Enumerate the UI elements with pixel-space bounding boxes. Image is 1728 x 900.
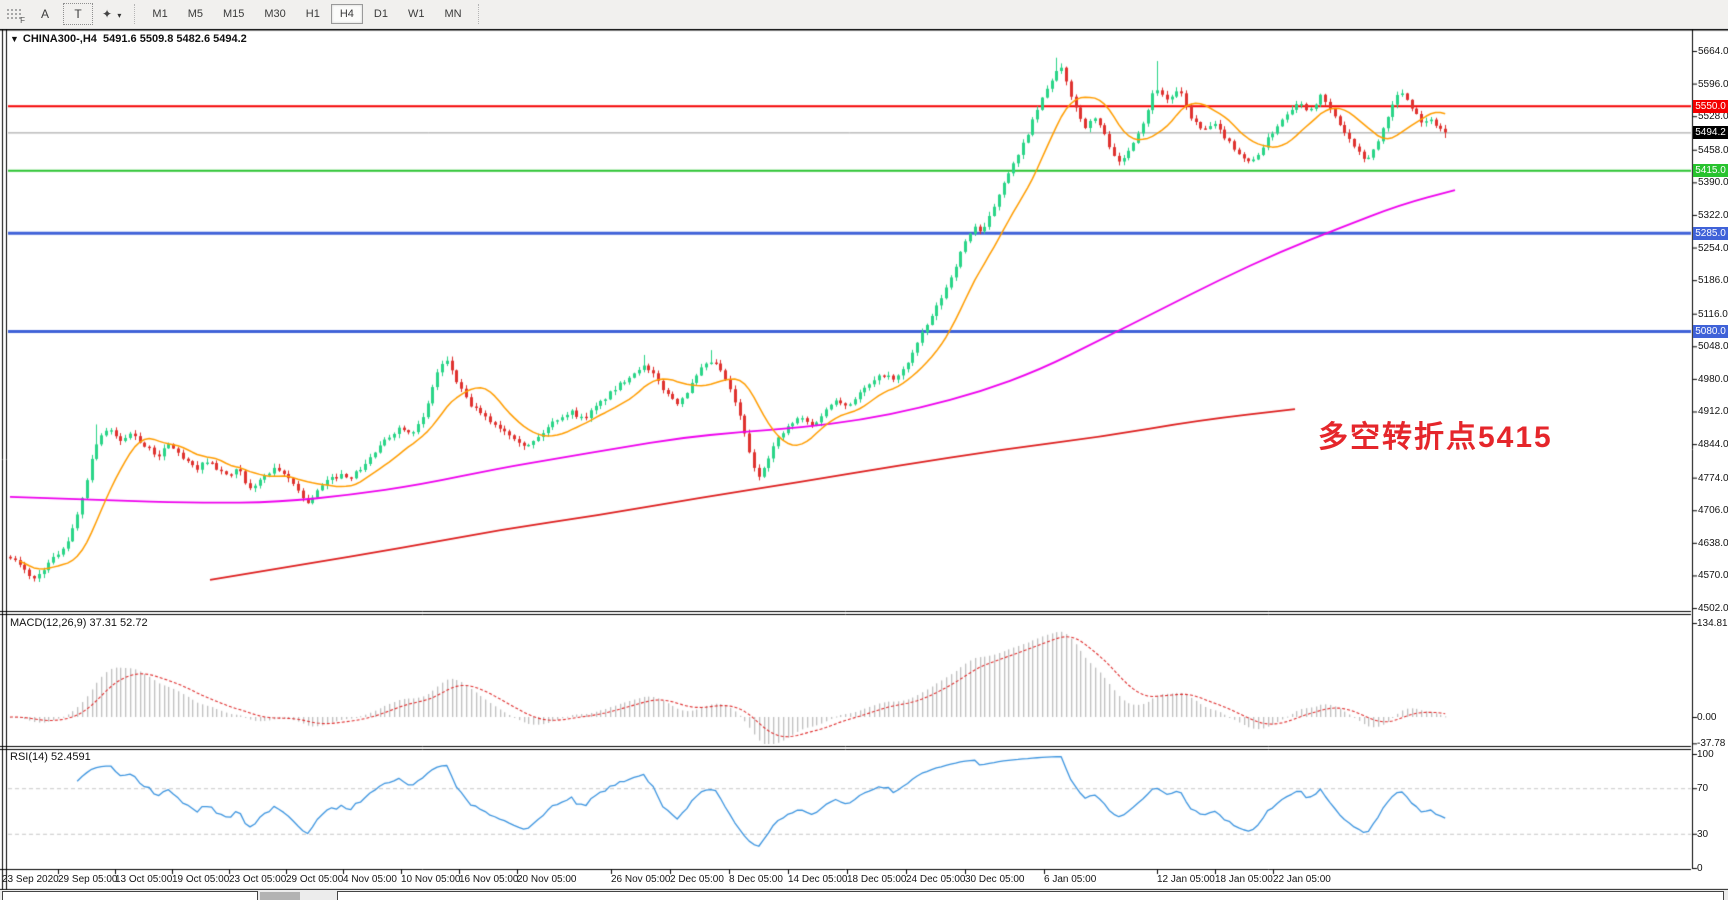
time-axis-label: 13 Oct 05:00 <box>115 874 172 885</box>
time-axis-label: 12 Jan 05:00 <box>1157 874 1215 885</box>
price-axis-label: 5390.0 <box>1698 177 1728 188</box>
annotate-button[interactable]: A <box>31 4 59 24</box>
price-axis-label: 4980.0 <box>1698 374 1728 385</box>
timeframe-group: M1M5M15M30H1H4D1W1MN <box>142 4 471 24</box>
timeframe-button-m5[interactable]: M5 <box>179 4 212 24</box>
price-axis-label: 5322.0 <box>1698 210 1728 221</box>
time-axis-label: 23 Sep 2020 <box>2 874 59 885</box>
price-axis-label: 4774.0 <box>1698 473 1728 484</box>
time-axis-label: 30 Dec 05:00 <box>965 874 1025 885</box>
price-marker-5285.0: 5285.0 <box>1693 227 1728 240</box>
mt4-window: F A T ✦ ▾ M1M5M15M30H1H4D1W1MN ▼ CHINA300… <box>0 0 1728 900</box>
price-axis-label: 4502.0 <box>1698 603 1728 614</box>
price-axis-label: 4638.0 <box>1698 538 1728 549</box>
time-axis-label: 29 Oct 05:00 <box>286 874 343 885</box>
time-axis-label: 6 Jan 05:00 <box>1044 874 1096 885</box>
price-axis-label: 5186.0 <box>1698 275 1728 286</box>
rsi-axis-label: 100 <box>1697 749 1714 760</box>
toolbar-separator <box>134 4 136 24</box>
horizontal-scrollbar[interactable] <box>0 890 1728 900</box>
price-axis-label: 4706.0 <box>1698 505 1728 516</box>
price-marker-5080.0: 5080.0 <box>1693 325 1728 338</box>
chart-symbol-period: CHINA300-,H4 <box>23 33 97 45</box>
price-axis-label: 5596.0 <box>1698 79 1728 90</box>
toolbar-handle-label: F <box>20 16 25 25</box>
macd-axis-label: 0.00 <box>1697 712 1716 723</box>
price-axis-label: 5458.0 <box>1698 145 1728 156</box>
chart-dropdown-icon[interactable]: ▼ <box>10 34 19 44</box>
timeframe-button-m30[interactable]: M30 <box>255 4 294 24</box>
time-axis-label: 2 Dec 05:00 <box>670 874 724 885</box>
time-axis-label: 24 Dec 05:00 <box>906 874 966 885</box>
price-marker-5494.2: 5494.2 <box>1693 126 1728 139</box>
macd-axis-label: -37.78 <box>1697 738 1725 749</box>
time-axis-label: 4 Nov 05:00 <box>343 874 397 885</box>
chart-title: ▼ CHINA300-,H4 5491.6 5509.8 5482.6 5494.… <box>10 33 247 45</box>
rsi-axis-label: 30 <box>1697 829 1708 840</box>
time-axis-label: 10 Nov 05:00 <box>401 874 461 885</box>
macd-label: MACD(12,26,9) 37.31 52.72 <box>10 617 148 629</box>
time-axis-label: 16 Nov 05:00 <box>459 874 519 885</box>
arrows-icon: ✦ <box>102 7 112 21</box>
time-axis-label: 23 Oct 05:00 <box>229 874 286 885</box>
price-axis-label: 5664.0 <box>1698 46 1728 57</box>
timeframe-button-h1[interactable]: H1 <box>297 4 329 24</box>
chart-overlays: ▼ CHINA300-,H4 5491.6 5509.8 5482.6 5494.… <box>0 0 1728 900</box>
timeframe-button-h4[interactable]: H4 <box>331 4 363 24</box>
rsi-axis-label: 70 <box>1697 783 1708 794</box>
scrollbar-segment[interactable] <box>2 891 258 900</box>
scrollbar-segment[interactable] <box>337 891 1724 900</box>
time-axis-label: 19 Oct 05:00 <box>172 874 229 885</box>
toolbar-separator <box>478 4 480 24</box>
price-axis-label: 5048.0 <box>1698 341 1728 352</box>
time-axis-label: 20 Nov 05:00 <box>517 874 577 885</box>
toolbar: F A T ✦ ▾ M1M5M15M30H1H4D1W1MN <box>0 0 1728 29</box>
timeframe-button-m1[interactable]: M1 <box>143 4 176 24</box>
chevron-down-icon: ▾ <box>117 11 121 20</box>
price-axis-label: 5254.0 <box>1698 243 1728 254</box>
price-axis-label: 5116.0 <box>1698 309 1728 320</box>
time-axis-label: 22 Jan 05:00 <box>1273 874 1331 885</box>
toolbar-drag-handle-icon[interactable]: F <box>5 7 23 21</box>
price-annotation: 多空转折点5415 <box>1318 412 1553 456</box>
text-tool-button[interactable]: T <box>63 3 93 25</box>
price-marker-5550.0: 5550.0 <box>1693 100 1728 113</box>
timeframe-button-d1[interactable]: D1 <box>365 4 397 24</box>
rsi-label: RSI(14) 52.4591 <box>10 751 91 763</box>
time-axis-label: 8 Dec 05:00 <box>729 874 783 885</box>
time-axis-label: 14 Dec 05:00 <box>788 874 848 885</box>
timeframe-button-m15[interactable]: M15 <box>214 4 253 24</box>
time-axis-label: 18 Jan 05:00 <box>1215 874 1273 885</box>
time-axis-label: 26 Nov 05:00 <box>611 874 671 885</box>
time-axis-label: 29 Sep 05:00 <box>58 874 118 885</box>
timeframe-button-mn[interactable]: MN <box>435 4 470 24</box>
chart-ohlc-quotes: 5491.6 5509.8 5482.6 5494.2 <box>103 33 247 45</box>
price-axis-label: 4570.0 <box>1698 570 1728 581</box>
time-axis-label: 18 Dec 05:00 <box>847 874 907 885</box>
scrollbar-thumb[interactable] <box>260 892 300 900</box>
price-axis-label: 4912.0 <box>1698 406 1728 417</box>
arrows-tool-button[interactable]: ✦ ▾ <box>97 4 126 24</box>
timeframe-button-w1[interactable]: W1 <box>399 4 434 24</box>
price-marker-5415.0: 5415.0 <box>1693 164 1728 177</box>
price-axis-label: 4844.0 <box>1698 439 1728 450</box>
rsi-axis-label: 0 <box>1697 863 1703 874</box>
macd-axis-label: 134.81 <box>1697 618 1728 629</box>
